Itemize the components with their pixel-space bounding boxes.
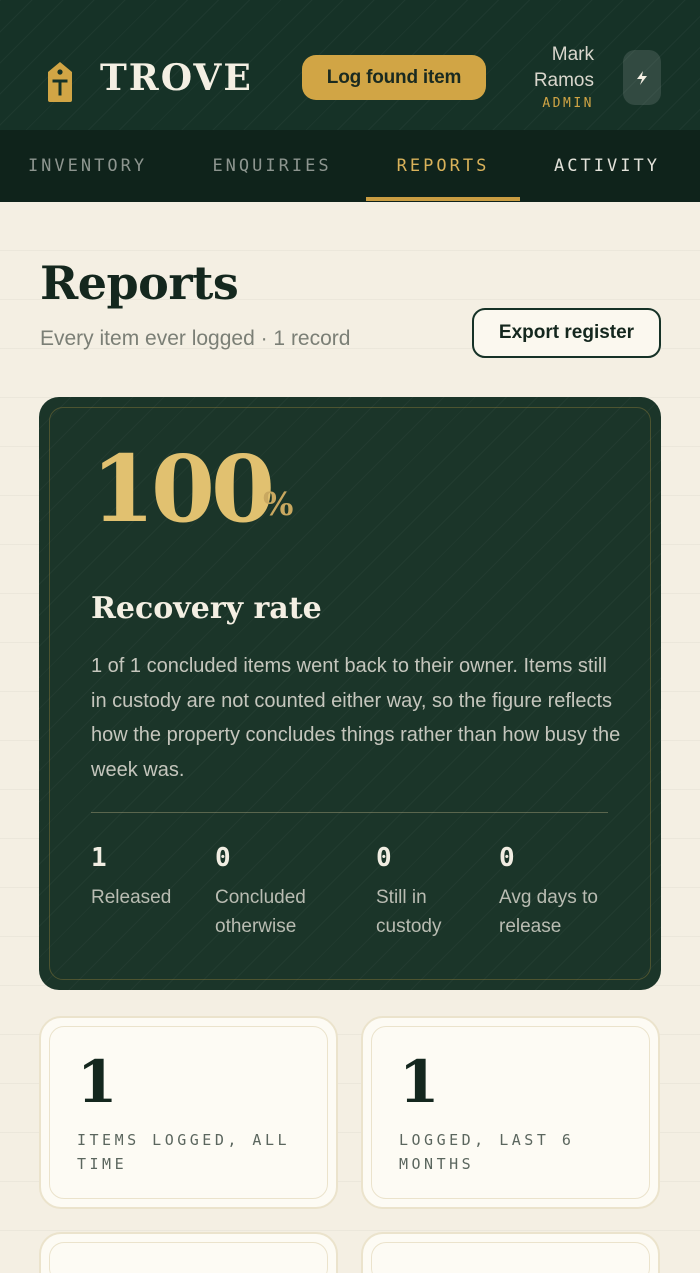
user-first-name: Mark	[551, 44, 594, 65]
card-frame	[371, 1242, 650, 1273]
stat-value: 0	[376, 843, 392, 873]
stat-label: Still in custody	[376, 887, 442, 937]
metric-value: 1	[399, 1048, 440, 1116]
export-register-button[interactable]: Export register	[472, 308, 661, 358]
user-role-badge: ADMIN	[542, 96, 594, 111]
recovery-rate-card: 100 % Recovery rate 1 of 1 concluded ite…	[39, 397, 661, 990]
tab-activity[interactable]: ACTIVITY	[534, 130, 680, 202]
metric-card	[39, 1232, 338, 1273]
divider	[91, 812, 608, 813]
stat-label: Concluded otherwise	[215, 887, 306, 937]
recovery-rate-value: 100	[91, 435, 275, 543]
tab-enquiries[interactable]: ENQUIRIES	[184, 130, 360, 202]
active-tab-indicator	[366, 197, 520, 201]
metric-card	[361, 1232, 660, 1273]
stat-label: Released	[91, 887, 172, 908]
recovery-rate-description: 1 of 1 concluded items went back to thei…	[91, 655, 621, 781]
metric-label: ITEMS LOGGED, ALL TIME	[77, 1131, 291, 1173]
log-found-item-button[interactable]: Log found item	[302, 55, 486, 100]
stat-avg-days-to-release: 0 Avg days to release	[499, 843, 619, 941]
metric-value: 1	[77, 1048, 118, 1116]
stat-value: 0	[499, 843, 515, 873]
stat-still-in-custody: 0 Still in custody	[376, 843, 476, 941]
card-frame	[49, 1242, 328, 1273]
app-header: TROVE Log found item Mark Ramos ADMIN	[0, 0, 700, 130]
tab-reports[interactable]: REPORTS	[366, 130, 520, 202]
stat-released: 1 Released	[91, 843, 201, 912]
metric-card-logged-last-6-months: 1 LOGGED, LAST 6 MONTHS	[361, 1016, 660, 1209]
recovery-rate-title: Recovery rate	[91, 591, 322, 626]
user-menu[interactable]: Mark Ramos ADMIN	[516, 42, 594, 111]
stat-label: Avg days to release	[499, 887, 598, 937]
tag-logo-icon	[48, 62, 72, 102]
metric-card-items-logged: 1 ITEMS LOGGED, ALL TIME	[39, 1016, 338, 1209]
stat-value: 1	[91, 843, 107, 873]
recovery-rate-unit: %	[263, 485, 294, 523]
main-nav: INVENTORY ENQUIRIES REPORTS ACTIVITY	[0, 130, 700, 202]
bolt-icon	[637, 70, 647, 85]
stat-value: 0	[215, 843, 231, 873]
quick-action-button[interactable]	[623, 50, 661, 105]
user-last-name: Ramos	[533, 70, 594, 91]
page-title: Reports	[40, 256, 239, 310]
metric-label: LOGGED, LAST 6 MONTHS	[399, 1131, 575, 1173]
stat-concluded-otherwise: 0 Concluded otherwise	[215, 843, 345, 941]
page-subtitle: Every item ever logged · 1 record	[40, 327, 351, 350]
brand-name[interactable]: TROVE	[100, 56, 253, 100]
tab-inventory[interactable]: INVENTORY	[0, 130, 175, 202]
